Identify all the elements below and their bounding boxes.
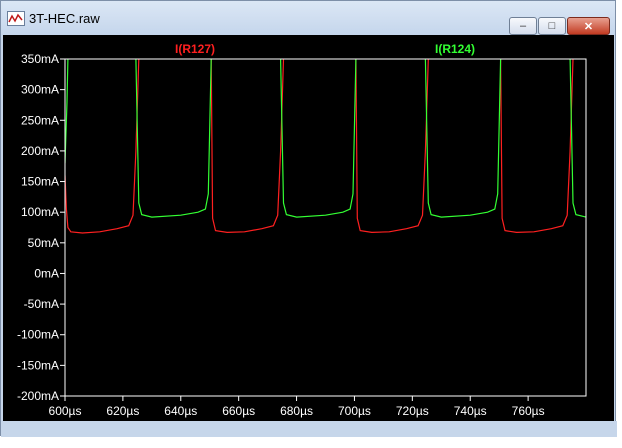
y-tick-label: -150mA	[17, 358, 59, 372]
maximize-button[interactable]: □	[538, 17, 566, 35]
legend-trace-label[interactable]: I(R124)	[435, 42, 475, 56]
waveform-chart[interactable]: 350mA 300mA 250mA 200mA 150mA 100mA 50mA 0mA -50…	[3, 35, 614, 421]
plot-window: 3T-HEC.raw – □ ✕ 350mA 300mA 250mA 200mA 150…	[0, 0, 617, 437]
x-tick-label: 660µs	[222, 404, 255, 418]
x-tick-label: 640µs	[164, 404, 197, 418]
y-tick-label: 50mA	[28, 236, 59, 250]
y-tick-label: 100mA	[21, 205, 59, 219]
x-tick-label: 680µs	[280, 404, 313, 418]
plot-area[interactable]: 350mA 300mA 250mA 200mA 150mA 100mA 50mA 0mA -50…	[3, 35, 614, 421]
y-tick-label: -100mA	[17, 328, 59, 342]
x-tick-label: 600µs	[49, 404, 82, 418]
x-tick-label: 740µs	[454, 404, 487, 418]
close-button[interactable]: ✕	[567, 17, 610, 35]
x-tick-label: 760µs	[512, 404, 545, 418]
y-tick-label: 200mA	[21, 144, 59, 158]
window-title: 3T-HEC.raw	[29, 11, 100, 26]
minimize-icon: –	[519, 20, 527, 32]
series-trace-0[interactable]	[65, 59, 574, 234]
minimize-button[interactable]: –	[509, 17, 537, 35]
y-tick-label: -200mA	[17, 389, 59, 403]
y-tick-label: 150mA	[21, 175, 59, 189]
series-trace-1[interactable]	[65, 59, 586, 218]
y-tick-label: 350mA	[21, 52, 59, 66]
y-tick-label: -50mA	[24, 297, 59, 311]
x-tick-label: 620µs	[106, 404, 139, 418]
x-tick-label: 700µs	[338, 404, 371, 418]
plot-frame	[64, 58, 587, 397]
legend-trace-label[interactable]: I(R127)	[175, 42, 215, 56]
y-tick-label: 250mA	[21, 113, 59, 127]
title-bar[interactable]: 3T-HEC.raw – □ ✕	[1, 1, 615, 35]
close-icon: ✕	[583, 20, 594, 33]
maximize-icon: □	[548, 20, 556, 32]
y-tick-label: 300mA	[21, 83, 59, 97]
window-bottom-frame	[1, 421, 617, 437]
y-tick-label: 0mA	[34, 266, 59, 280]
waveform-icon	[7, 11, 25, 26]
x-tick-label: 720µs	[396, 404, 429, 418]
